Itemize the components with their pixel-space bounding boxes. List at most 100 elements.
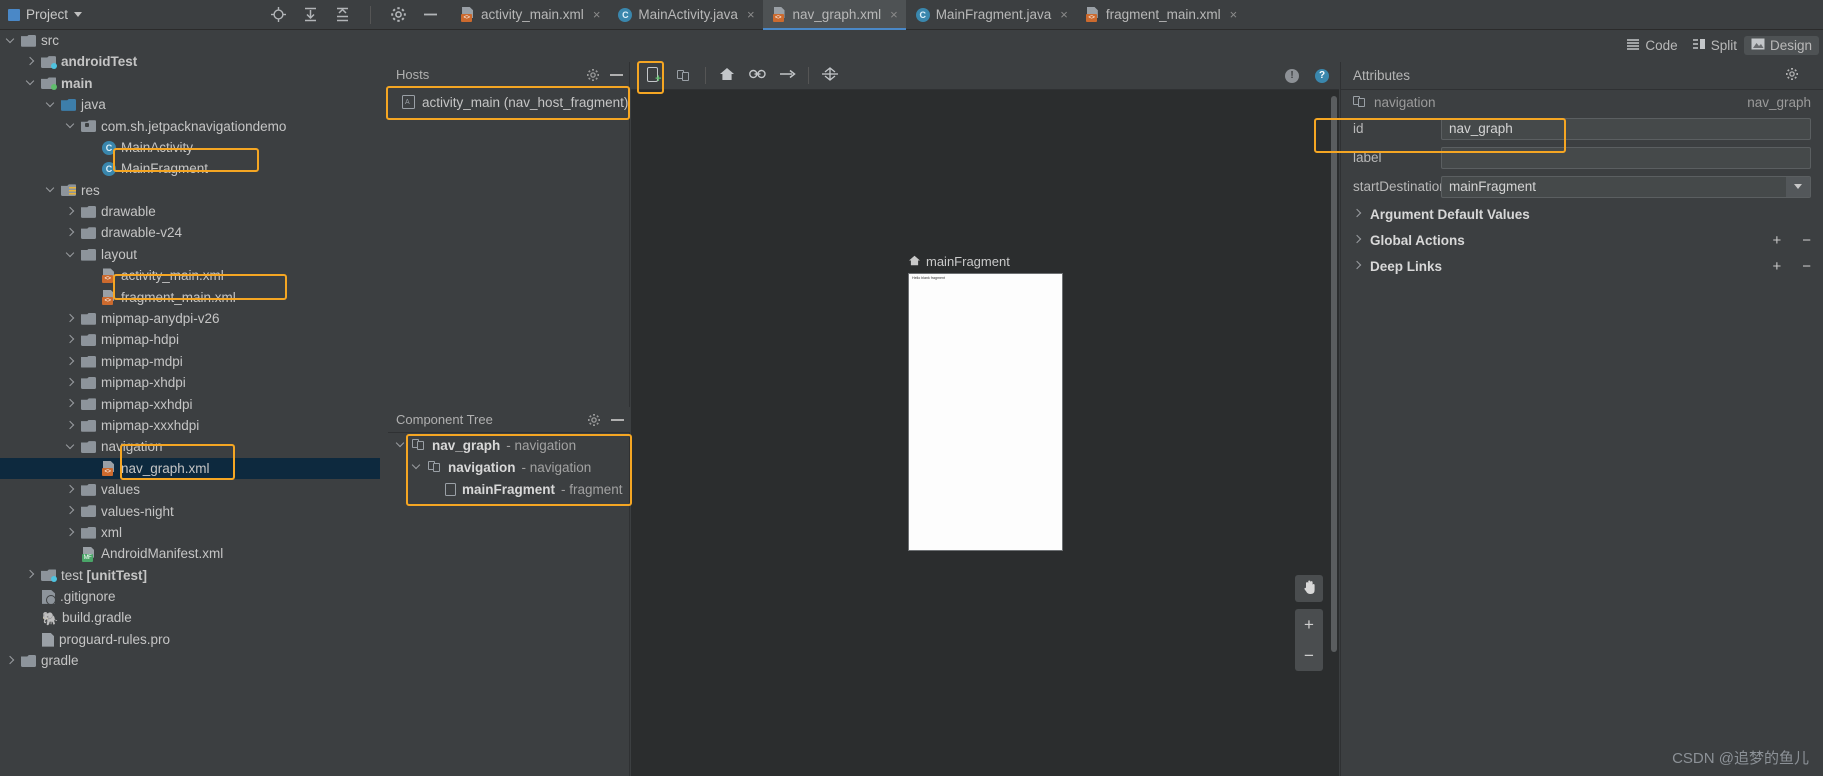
project-tree-item-mipmap-mdpi[interactable]: mipmap-mdpi — [0, 351, 380, 372]
chevron-right-icon[interactable] — [66, 378, 76, 388]
chevron-right-icon[interactable] — [1353, 235, 1363, 245]
hosts-list[interactable]: Aactivity_main (nav_host_fragment) — [388, 88, 629, 418]
project-tree-item-java[interactable]: java — [0, 94, 380, 115]
project-view-selector[interactable]: Project — [0, 0, 92, 30]
chevron-right-icon[interactable] — [66, 228, 76, 238]
project-tree-item-androidtest[interactable]: androidTest — [0, 51, 380, 72]
warning-count-icon[interactable]: ! — [1285, 69, 1299, 83]
project-tree-item-androidmanifest-xml[interactable]: MF AndroidManifest.xml — [0, 543, 380, 564]
close-icon[interactable]: × — [593, 7, 601, 22]
navigation-canvas[interactable]: mainFragment Hello blank fragment + − — [631, 90, 1339, 776]
project-tree-item-mipmap-xhdpi[interactable]: mipmap-xhdpi — [0, 372, 380, 393]
destination-node-mainFragment[interactable]: mainFragment Hello blank fragment — [908, 254, 1063, 551]
new-destination-button[interactable]: + — [639, 63, 669, 89]
editor-tab-mainactivity-java[interactable]: C MainActivity.java × — [608, 0, 762, 30]
project-tree-item-src[interactable]: src — [0, 30, 380, 51]
component-tree-row[interactable]: navigation - navigation — [388, 456, 630, 478]
zoom-in-button[interactable]: + — [1295, 609, 1323, 640]
close-icon[interactable]: × — [890, 7, 898, 22]
project-tree-item-fragment_main-xml[interactable]: <> fragment_main.xml — [0, 287, 380, 308]
project-tree-item-layout[interactable]: layout — [0, 244, 380, 265]
component-tree-row[interactable]: mainFragment - fragment — [388, 478, 630, 500]
chevron-right-icon[interactable] — [1353, 261, 1363, 271]
editor-tab-activity_main-xml[interactable]: <> activity_main.xml × — [451, 0, 608, 30]
component-tree-list[interactable]: nav_graph - navigation navigation - navig… — [388, 434, 630, 500]
chevron-right-icon[interactable] — [66, 335, 76, 345]
gear-icon[interactable] — [1785, 67, 1799, 84]
chevron-right-icon[interactable] — [1353, 209, 1363, 219]
chevron-right-icon[interactable] — [6, 656, 16, 666]
editor-tab-fragment_main-xml[interactable]: <> fragment_main.xml × — [1076, 0, 1245, 30]
close-icon[interactable]: × — [1230, 7, 1238, 22]
expand-all-icon[interactable] — [302, 6, 319, 23]
project-tree-item-com-sh-jetpacknavigationdemo[interactable]: com.sh.jetpacknavigationdemo — [0, 116, 380, 137]
project-tree-item-nav_graph-xml[interactable]: <> nav_graph.xml — [0, 457, 380, 480]
collapse-all-icon[interactable] — [334, 6, 351, 23]
locate-file-icon[interactable] — [270, 6, 287, 23]
project-tree-item-build-gradle[interactable]: 🐘 build.gradle — [0, 608, 380, 629]
chevron-right-icon[interactable] — [66, 421, 76, 431]
editor-mode-split[interactable]: Split — [1685, 36, 1744, 55]
chevron-right-icon[interactable] — [66, 399, 76, 409]
editor-mode-code[interactable]: Code — [1619, 36, 1684, 55]
zoom-out-button[interactable]: − — [1295, 640, 1323, 671]
minimize-icon[interactable] — [610, 73, 623, 76]
editor-tab-mainfragment-java[interactable]: C MainFragment.java × — [906, 0, 1076, 30]
settings-gear-icon[interactable] — [390, 6, 407, 23]
chevron-right-icon[interactable] — [66, 314, 76, 324]
add-icon[interactable]: + — [1772, 232, 1781, 249]
chevron-right-icon[interactable] — [26, 570, 36, 580]
project-tree-item-drawable-v24[interactable]: drawable-v24 — [0, 223, 380, 244]
project-tree-item-main[interactable]: main — [0, 73, 380, 94]
editor-mode-design[interactable]: Design — [1743, 35, 1819, 55]
project-tree-item-values-night[interactable]: values-night — [0, 501, 380, 522]
auto-arrange-button[interactable] — [815, 63, 845, 89]
minimize-icon[interactable] — [611, 418, 624, 421]
help-icon[interactable]: ? — [1315, 69, 1329, 83]
project-tree-item-mipmap-xxxhdpi[interactable]: mipmap-xxxhdpi — [0, 415, 380, 436]
attributes-section-argument-default-values[interactable]: Argument Default Values — [1341, 201, 1823, 227]
project-tree-item-gradle[interactable]: gradle — [0, 650, 380, 671]
project-tree-item-activity_main-xml[interactable]: <> activity_main.xml — [0, 265, 380, 286]
add-icon[interactable]: + — [1772, 258, 1781, 275]
chevron-down-icon[interactable] — [412, 462, 422, 472]
chevron-right-icon[interactable] — [66, 528, 76, 538]
project-tree-item-test--unittest-[interactable]: test [unitTest] — [0, 565, 380, 586]
project-tree-panel[interactable]: src androidTest main java com.sh.jetpacknavi… — [0, 30, 380, 776]
start-destination-button[interactable] — [712, 63, 742, 89]
attribute-combo-startDestination[interactable]: mainFragment — [1441, 175, 1811, 198]
editor-tab-nav_graph-xml[interactable]: <> nav_graph.xml × — [762, 0, 906, 30]
add-action-button[interactable] — [742, 63, 772, 89]
project-tree-item-mipmap-hdpi[interactable]: mipmap-hdpi — [0, 329, 380, 350]
hide-panel-icon[interactable] — [422, 6, 439, 23]
remove-icon[interactable]: − — [1802, 258, 1811, 275]
project-tree-item-drawable[interactable]: drawable — [0, 201, 380, 222]
project-tree-item-values[interactable]: values — [0, 479, 380, 500]
project-tree-item-navigation[interactable]: navigation — [0, 436, 380, 457]
attribute-input-id[interactable]: nav_graph — [1441, 117, 1811, 140]
pan-tool-button[interactable] — [1295, 575, 1323, 602]
chevron-right-icon[interactable] — [66, 357, 76, 367]
zoom-controls[interactable]: + − — [1295, 609, 1323, 671]
project-tree-item-mainactivity[interactable]: C MainActivity — [0, 137, 380, 158]
project-tree-item-mipmap-xxhdpi[interactable]: mipmap-xxhdpi — [0, 394, 380, 415]
attribute-input-label[interactable] — [1441, 146, 1811, 169]
hosts-item[interactable]: Aactivity_main (nav_host_fragment) — [388, 88, 629, 116]
project-tree-item-xml[interactable]: xml — [0, 522, 380, 543]
chevron-down-icon[interactable] — [66, 442, 76, 452]
remove-icon[interactable]: − — [1802, 232, 1811, 249]
chevron-down-icon[interactable] — [46, 100, 56, 110]
chevron-down-icon[interactable] — [26, 78, 36, 88]
attributes-section-global-actions[interactable]: Global Actions + − — [1341, 227, 1823, 253]
chevron-right-icon[interactable] — [26, 57, 36, 67]
project-tree-item-res[interactable]: res — [0, 180, 380, 201]
canvas-vertical-scrollbar[interactable] — [1331, 96, 1337, 652]
chevron-down-icon[interactable] — [46, 185, 56, 195]
chevron-down-icon[interactable] — [66, 121, 76, 131]
chevron-right-icon[interactable] — [66, 207, 76, 217]
close-icon[interactable]: × — [1060, 7, 1068, 22]
chevron-down-icon[interactable] — [396, 440, 406, 450]
chevron-right-icon[interactable] — [66, 506, 76, 516]
chevron-down-icon[interactable] — [1786, 176, 1810, 197]
add-deeplink-button[interactable] — [772, 63, 802, 89]
